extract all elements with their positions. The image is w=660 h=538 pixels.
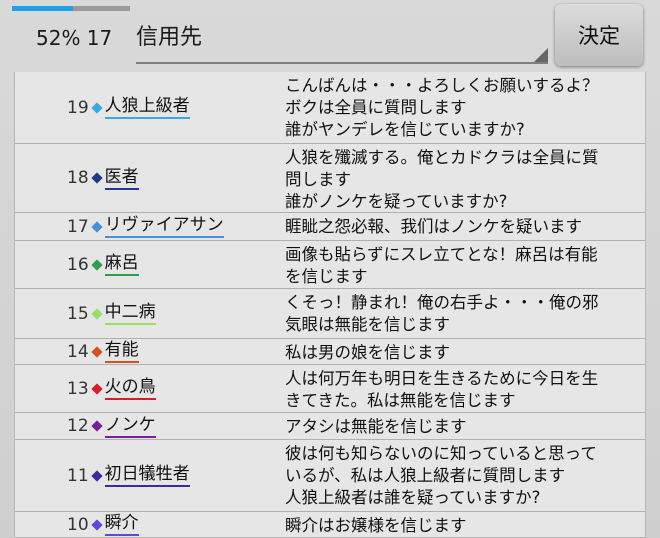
- diamond-icon: [90, 469, 103, 482]
- message-list[interactable]: 19 人狼上級者 こんばんは・・・よろしくお願いするよ？ ボクは全員に質問します…: [14, 72, 646, 538]
- player-label: 10 瞬介: [67, 512, 139, 537]
- diamond-icon: [90, 518, 103, 531]
- message-text: くそっ！静まれ！俺の右手よ・・・俺の邪 気眼は無能を信じます: [285, 293, 599, 334]
- player-number: 16: [67, 254, 89, 275]
- player-label: 15 中二病: [67, 289, 156, 338]
- list-item[interactable]: 12 ノンケ アタシは無能を信じます: [15, 413, 645, 440]
- player-number: 11: [67, 465, 89, 486]
- player-label: 19 人狼上級者: [67, 72, 190, 143]
- message-text: 睚眦之怨必報、我们はノンケを疑います: [285, 217, 582, 236]
- decide-button[interactable]: 決定: [555, 4, 643, 66]
- player-label: 13 火の鳥: [67, 365, 156, 412]
- player-label: 12 ノンケ: [67, 413, 156, 439]
- status-text: 52% 17: [36, 26, 113, 50]
- player-name[interactable]: 火の鳥: [104, 377, 156, 400]
- trust-target-select[interactable]: 信用先: [136, 14, 548, 64]
- list-item[interactable]: 14 有能 私は男の娘を信じます: [15, 339, 645, 365]
- player-number: 15: [67, 303, 89, 324]
- list-item[interactable]: 19 人狼上級者 こんばんは・・・よろしくお願いするよ？ ボクは全員に質問します…: [15, 72, 645, 144]
- message-text: 瞬介はお嬢様を信じます: [285, 516, 467, 535]
- diamond-icon: [90, 258, 103, 271]
- diamond-icon: [90, 382, 103, 395]
- message-text: 私は男の娘を信じます: [285, 343, 450, 362]
- diamond-icon: [90, 345, 103, 358]
- player-label: 16 麻呂: [67, 241, 139, 288]
- player-name[interactable]: 医者: [104, 167, 139, 190]
- player-number: 13: [67, 378, 89, 399]
- list-item[interactable]: 13 火の鳥 人は何万年も明日を生きるために今日を生 きてきた。私は無能を信じま…: [15, 365, 645, 413]
- player-name[interactable]: 人狼上級者: [104, 96, 190, 119]
- list-item[interactable]: 17 リヴァイアサン 睚眦之怨必報、我们はノンケを疑います: [15, 213, 645, 241]
- message-text: こんばんは・・・よろしくお願いするよ？ ボクは全員に質問します 誰がヤンデレを信…: [285, 76, 599, 139]
- list-item[interactable]: 11 初日犠牲者 彼は何も知らないのに知っていると思って いるが、私は人狼上級者…: [15, 440, 645, 512]
- player-name[interactable]: 有能: [104, 340, 139, 363]
- player-number: 10: [67, 514, 89, 535]
- player-name[interactable]: 初日犠牲者: [104, 464, 190, 487]
- select-value: 信用先: [136, 25, 203, 50]
- list-item[interactable]: 18 医者 人狼を殲滅する。俺とカドクラは全員に質 問します 誰がノンケを疑って…: [15, 144, 645, 213]
- player-label: 18 医者: [67, 144, 139, 212]
- list-item[interactable]: 16 麻呂 画像も貼らずにスレ立てとな！麻呂は有能 を信じます: [15, 241, 645, 289]
- progress-bar: [12, 6, 130, 11]
- player-label: 11 初日犠牲者: [67, 440, 190, 511]
- player-name[interactable]: 中二病: [104, 302, 156, 325]
- player-label: 17 リヴァイアサン: [67, 213, 224, 240]
- dropdown-corner-icon: [534, 48, 548, 62]
- player-number: 14: [67, 341, 89, 362]
- player-name[interactable]: リヴァイアサン: [104, 215, 224, 238]
- player-number: 18: [67, 168, 89, 188]
- diamond-icon: [90, 420, 103, 432]
- message-text: 彼は何も知らないのに知っていると思って いるが、私は人狼上級者に質問します 人狼…: [285, 444, 597, 507]
- diamond-icon: [90, 307, 103, 320]
- message-text: アタシは無能を信じます: [285, 417, 467, 436]
- top-bar: 52% 17 信用先 決定: [0, 0, 660, 72]
- message-text: 画像も貼らずにスレ立てとな！麻呂は有能 を信じます: [285, 245, 598, 286]
- player-name[interactable]: 麻呂: [104, 253, 139, 276]
- player-name[interactable]: ノンケ: [104, 415, 156, 438]
- message-text: 人狼を殲滅する。俺とカドクラは全員に質 問します 誰がノンケを疑っていますか?: [285, 148, 599, 211]
- progress-fill: [12, 6, 74, 11]
- player-name[interactable]: 瞬介: [104, 513, 139, 536]
- player-label: 14 有能: [67, 339, 139, 364]
- diamond-icon: [90, 220, 103, 233]
- diamond-icon: [90, 172, 103, 184]
- player-number: 12: [67, 416, 89, 436]
- player-number: 19: [67, 97, 89, 118]
- list-item[interactable]: 10 瞬介 瞬介はお嬢様を信じます: [15, 512, 645, 538]
- message-text: 人は何万年も明日を生きるために今日を生 きてきた。私は無能を信じます: [285, 369, 599, 410]
- list-item[interactable]: 15 中二病 くそっ！静まれ！俺の右手よ・・・俺の邪 気眼は無能を信じます: [15, 289, 645, 339]
- diamond-icon: [90, 101, 103, 114]
- player-number: 17: [67, 216, 89, 237]
